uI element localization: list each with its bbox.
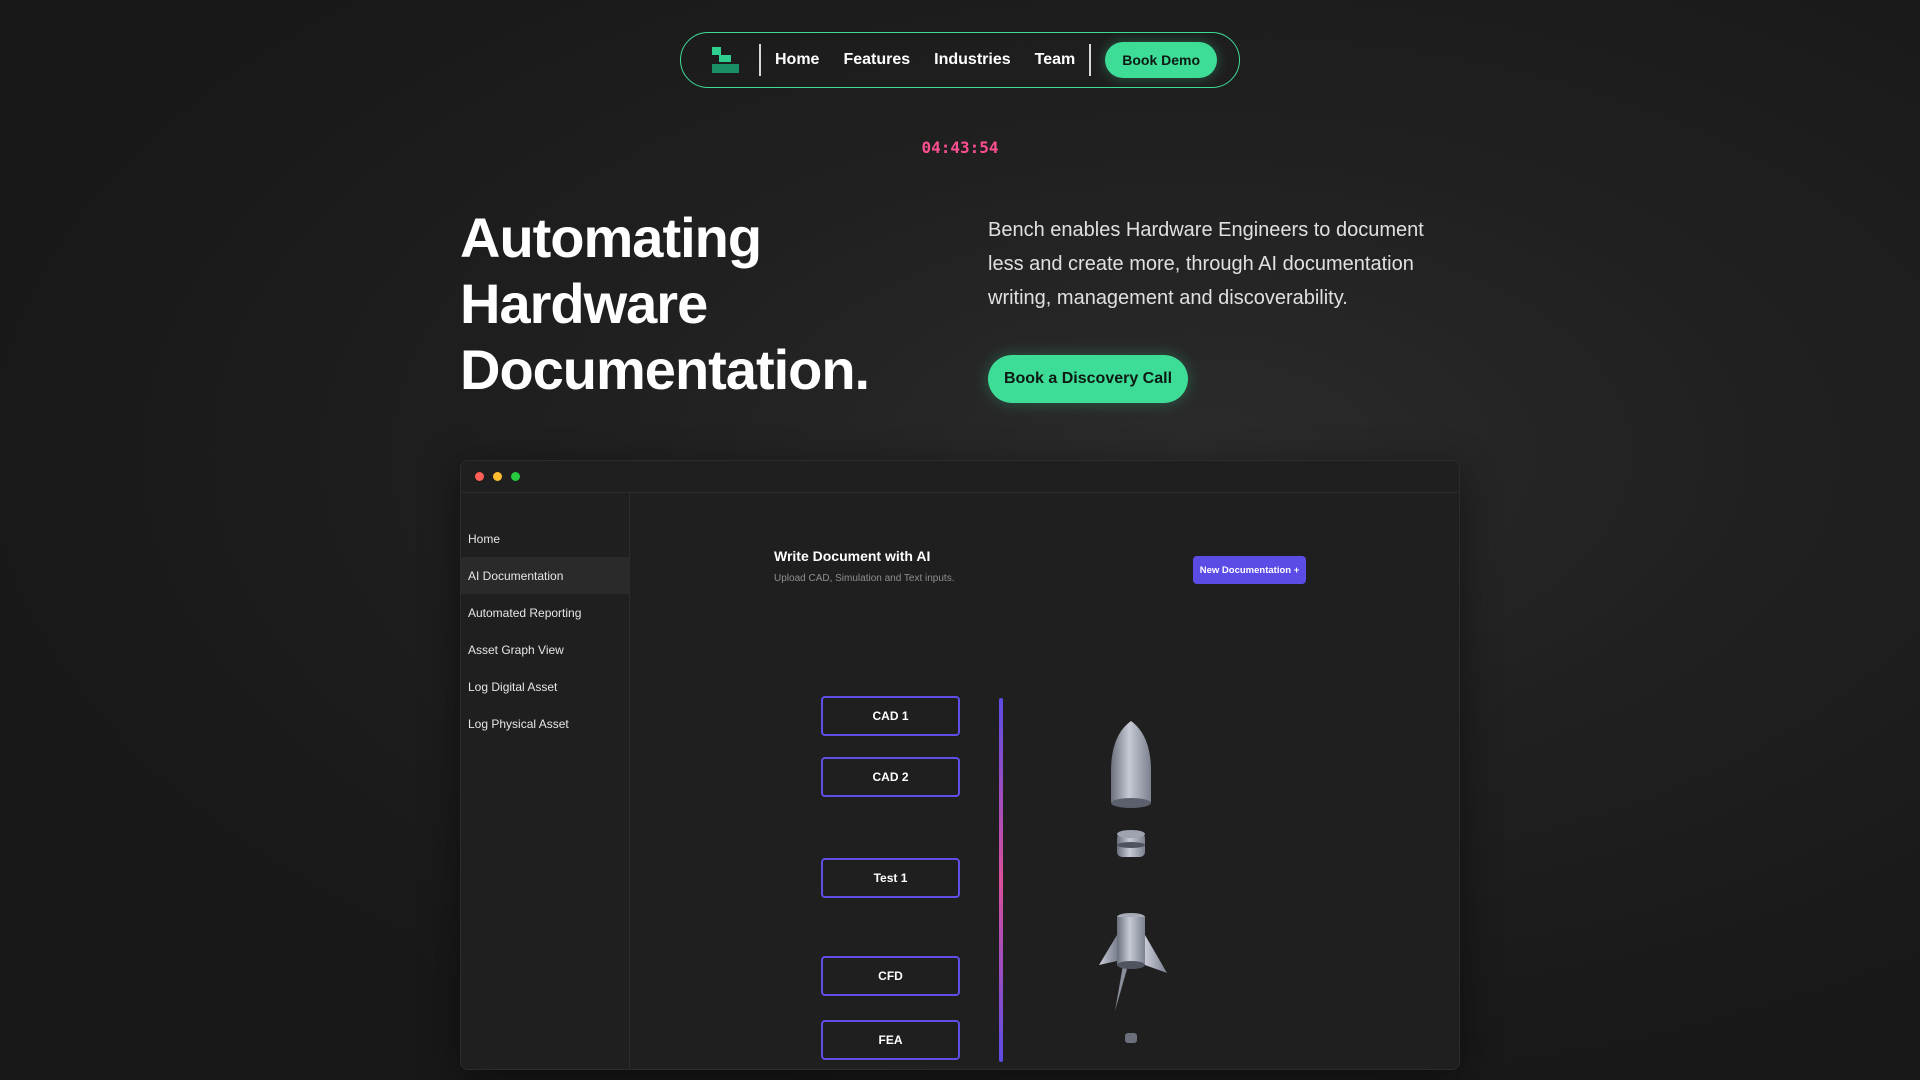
app-main: Write Document with AI Upload CAD, Simul…	[631, 493, 1459, 1069]
window-maximize-dot	[511, 472, 520, 481]
nav-link-industries[interactable]: Industries	[934, 51, 1010, 69]
hero-title-line-1: Automating	[460, 206, 762, 269]
input-test-1[interactable]: Test 1	[821, 858, 960, 898]
app-preview-window: Home AI Documentation Automated Reportin…	[460, 460, 1460, 1070]
sidebar-item-asset-graph-view[interactable]: Asset Graph View	[461, 631, 629, 668]
main-title: Write Document with AI	[774, 548, 931, 564]
sidebar-item-ai-documentation[interactable]: AI Documentation	[461, 557, 629, 594]
nav-divider	[1089, 44, 1092, 76]
hero-description: Bench enables Hardware Engineers to docu…	[988, 219, 1424, 309]
input-fea[interactable]: FEA	[821, 1020, 960, 1060]
rocket-parts-icon	[1099, 721, 1167, 1043]
nav-link-home[interactable]: Home	[775, 51, 819, 69]
book-demo-button[interactable]: Book Demo	[1105, 42, 1218, 78]
clock-display: 04:43:54	[921, 138, 999, 157]
hero-title-line-2: Hardware	[460, 272, 708, 335]
app-sidebar: Home AI Documentation Automated Reportin…	[461, 493, 630, 1069]
window-titlebar	[461, 461, 1459, 493]
bench-logo-icon[interactable]	[709, 45, 739, 75]
input-cfd[interactable]: CFD	[821, 956, 960, 996]
book-discovery-call-button[interactable]: Book a Discovery Call	[988, 355, 1188, 403]
nav-link-team[interactable]: Team	[1035, 51, 1076, 69]
hero-title: Automating Hardware Documentation.	[460, 205, 940, 403]
nav-links: Home Features Industries Team	[775, 51, 1075, 69]
flow-connector-line	[999, 698, 1003, 1062]
new-documentation-button[interactable]: New Documentation +	[1193, 556, 1306, 584]
input-cad-1[interactable]: CAD 1	[821, 696, 960, 736]
window-minimize-dot	[493, 472, 502, 481]
main-subtitle: Upload CAD, Simulation and Text inputs.	[774, 573, 955, 584]
input-cad-2[interactable]: CAD 2	[821, 757, 960, 797]
sidebar-item-home[interactable]: Home	[461, 520, 629, 557]
sidebar-item-automated-reporting[interactable]: Automated Reporting	[461, 594, 629, 631]
sidebar-item-log-digital-asset[interactable]: Log Digital Asset	[461, 668, 629, 705]
window-close-dot	[475, 472, 484, 481]
nav-link-features[interactable]: Features	[843, 51, 910, 69]
top-nav: Home Features Industries Team Book Demo	[680, 32, 1240, 88]
nav-divider	[759, 44, 761, 76]
sidebar-item-log-physical-asset[interactable]: Log Physical Asset	[461, 705, 629, 742]
hero-title-line-3: Documentation.	[460, 338, 870, 401]
